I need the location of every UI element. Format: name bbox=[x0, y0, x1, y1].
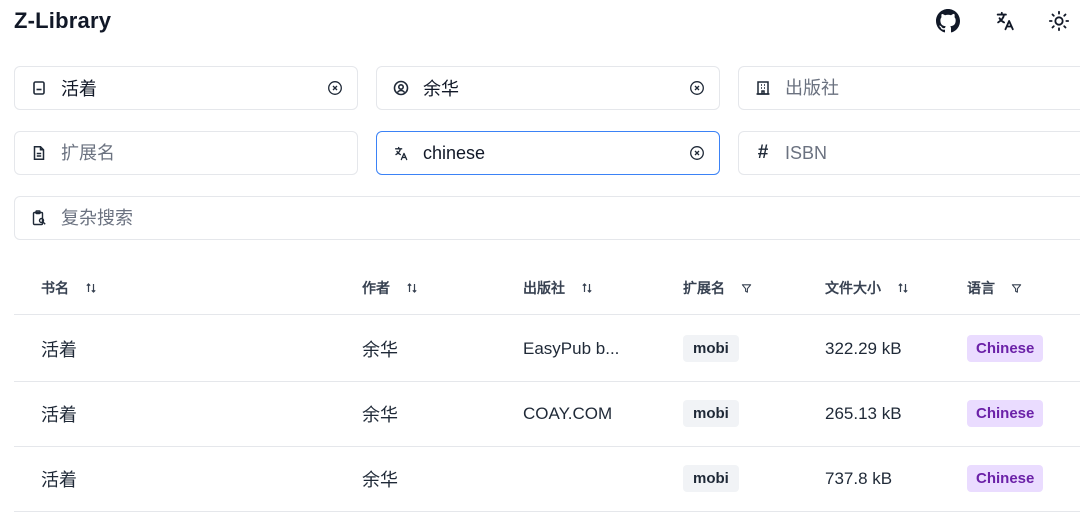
extension-field[interactable] bbox=[14, 131, 358, 175]
column-header-filesize[interactable]: 文件大小 bbox=[825, 278, 909, 298]
clear-language-icon[interactable] bbox=[689, 145, 705, 161]
cell-title: 活着 bbox=[41, 469, 77, 490]
table-row[interactable]: 活着 余华 mobi 737.8 kB Chinese bbox=[14, 446, 1080, 512]
cell-author: 余华 bbox=[362, 404, 398, 425]
column-header-label: 扩展名 bbox=[683, 280, 725, 296]
isbn-input[interactable] bbox=[785, 132, 1053, 174]
cell-title: 活着 bbox=[41, 339, 77, 360]
cell-language: Chinese bbox=[967, 381, 1044, 446]
cell-extension: mobi bbox=[683, 316, 739, 381]
cell-author: 余华 bbox=[362, 339, 398, 360]
app-header: Z-Library bbox=[0, 0, 1080, 44]
translate-icon bbox=[393, 145, 409, 161]
hash-icon: # bbox=[757, 142, 769, 163]
column-header-label: 作者 bbox=[362, 280, 390, 296]
book-icon bbox=[31, 80, 47, 96]
app-title: Z-Library bbox=[14, 8, 112, 33]
title-field[interactable] bbox=[14, 66, 358, 110]
building-icon bbox=[755, 80, 771, 96]
column-header-label: 文件大小 bbox=[825, 280, 881, 296]
github-icon[interactable] bbox=[935, 8, 961, 34]
language-field[interactable] bbox=[376, 131, 720, 175]
cell-filesize: 265.13 kB bbox=[825, 403, 902, 423]
sort-icon[interactable] bbox=[581, 282, 593, 294]
filter-icon[interactable] bbox=[1011, 283, 1022, 294]
extension-input[interactable] bbox=[61, 132, 313, 174]
translate-icon[interactable] bbox=[992, 8, 1018, 34]
sort-icon[interactable] bbox=[897, 282, 909, 294]
cell-author: 余华 bbox=[362, 469, 398, 490]
table-row[interactable]: 活着 余华 COAY.COM mobi 265.13 kB Chinese bbox=[14, 381, 1080, 447]
cell-language: Chinese bbox=[967, 316, 1044, 381]
cell-publisher: COAY.COM bbox=[523, 403, 613, 423]
cell-extension: mobi bbox=[683, 381, 739, 446]
extension-badge: mobi bbox=[683, 400, 739, 427]
column-header-label: 书名 bbox=[41, 280, 69, 296]
extension-badge: mobi bbox=[683, 465, 739, 492]
complex-search-field[interactable] bbox=[14, 196, 1080, 240]
complex-search-input[interactable] bbox=[61, 197, 1053, 239]
sort-icon[interactable] bbox=[406, 282, 418, 294]
publisher-input[interactable] bbox=[785, 67, 1053, 109]
user-circle-icon bbox=[393, 80, 409, 96]
cell-filesize: 737.8 kB bbox=[825, 468, 893, 488]
sort-icon[interactable] bbox=[85, 282, 97, 294]
publisher-field[interactable] bbox=[738, 66, 1080, 110]
language-input[interactable] bbox=[423, 132, 675, 174]
clipboard-search-icon bbox=[31, 210, 47, 226]
extension-badge: mobi bbox=[683, 335, 739, 362]
cell-publisher: EasyPub b... bbox=[523, 338, 620, 358]
cell-extension: mobi bbox=[683, 446, 739, 511]
language-badge: Chinese bbox=[967, 335, 1044, 362]
clear-title-icon[interactable] bbox=[327, 80, 343, 96]
author-input[interactable] bbox=[423, 67, 675, 109]
column-header-author[interactable]: 作者 bbox=[362, 278, 418, 298]
column-header-label: 语言 bbox=[967, 280, 995, 296]
column-header-label: 出版社 bbox=[523, 280, 565, 296]
column-header-extension[interactable]: 扩展名 bbox=[683, 278, 752, 298]
cell-title: 活着 bbox=[41, 404, 77, 425]
column-header-language[interactable]: 语言 bbox=[967, 278, 1022, 298]
file-icon bbox=[31, 145, 47, 161]
language-badge: Chinese bbox=[967, 400, 1044, 427]
clear-author-icon[interactable] bbox=[689, 80, 705, 96]
sun-icon[interactable] bbox=[1046, 8, 1072, 34]
language-badge: Chinese bbox=[967, 465, 1044, 492]
title-input[interactable] bbox=[61, 67, 313, 109]
table-row[interactable]: 活着 余华 EasyPub b... mobi 322.29 kB Chines… bbox=[14, 316, 1080, 382]
cell-language: Chinese bbox=[967, 446, 1044, 511]
cell-filesize: 322.29 kB bbox=[825, 338, 902, 358]
table-header: 书名 作者 出版社 扩展名 文件大小 语言 bbox=[14, 262, 1080, 315]
column-header-title[interactable]: 书名 bbox=[41, 278, 97, 298]
column-header-publisher[interactable]: 出版社 bbox=[523, 278, 593, 298]
isbn-field[interactable]: # bbox=[738, 131, 1080, 175]
author-field[interactable] bbox=[376, 66, 720, 110]
filter-icon[interactable] bbox=[741, 283, 752, 294]
